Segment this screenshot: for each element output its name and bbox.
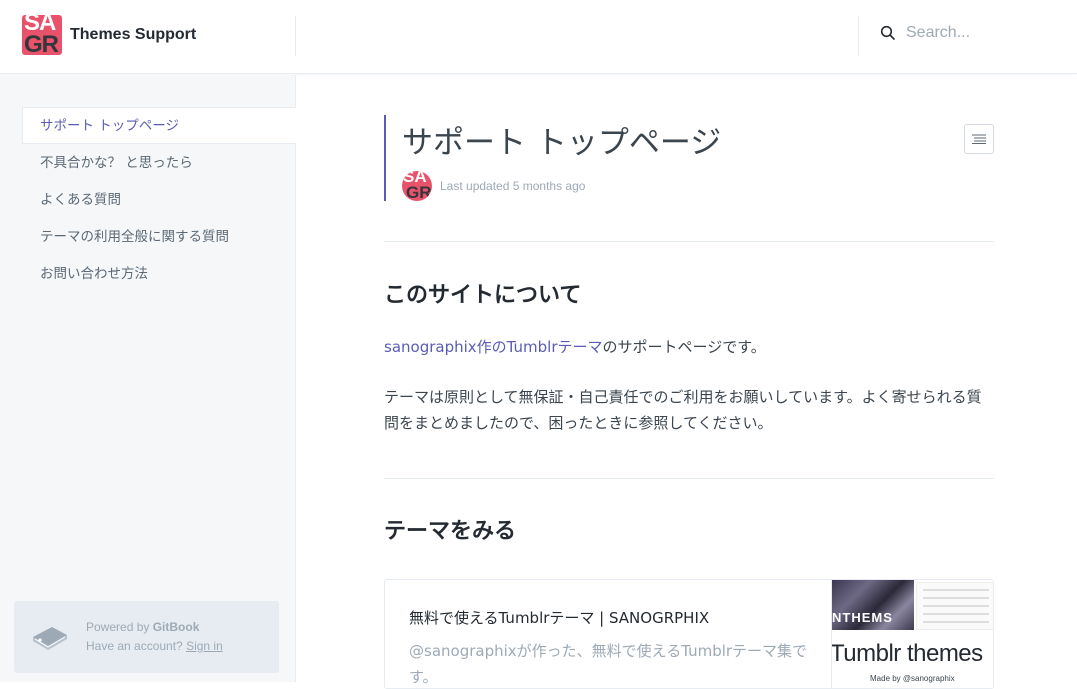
search-input[interactable] <box>906 24 1056 42</box>
thumbnail-title: Tumblr themes <box>831 640 983 667</box>
thumbnail-document <box>916 582 993 630</box>
about-paragraph-1-rest: のサポートページです。 <box>602 338 766 356</box>
divider <box>384 241 994 242</box>
sidebar-item-theme-usage[interactable]: テーマの利用全般に関する質問 <box>22 218 296 255</box>
site-logo-link[interactable]: SA GR Themes Support <box>22 15 196 55</box>
themes-link[interactable]: sanographix作のTumblrテーマ <box>384 338 603 356</box>
card-description: @sanographixが作った、無料で使えるTumblrテーマ集です。 <box>409 642 808 686</box>
book-icon <box>33 627 67 650</box>
divider <box>384 478 994 479</box>
sidebar: サポート トップページ 不具合かな？ と思ったら よくある質問 テーマの利用全般… <box>0 75 296 682</box>
about-paragraph-1: sanographix作のTumblrテーマのサポートページです。 <box>384 334 996 360</box>
list-icon <box>972 134 986 144</box>
thumbnail-photo: NTHEMS <box>832 580 914 630</box>
sign-in-link[interactable]: Sign in <box>186 639 223 653</box>
toc-button[interactable] <box>964 124 994 154</box>
site-title: Themes Support <box>70 26 197 43</box>
header-divider <box>295 16 296 56</box>
powered-by-label: Powered by <box>86 620 153 634</box>
author-avatar: SA GR <box>402 171 432 201</box>
card-title: 無料で使えるTumblrテーマ | SANOGRPHIX <box>409 609 710 627</box>
last-updated: Last updated 5 months ago <box>440 179 586 193</box>
main-content: サポート トップページ SA GR Last updated 5 months … <box>296 75 1077 689</box>
top-header: SA GR Themes Support <box>0 0 1077 74</box>
card-thumbnail: NTHEMS Tumblr themes Made by @sanographi… <box>831 580 993 688</box>
site-logo: SA GR <box>22 15 62 55</box>
sidebar-item-faq[interactable]: よくある質問 <box>22 181 296 218</box>
page-meta: SA GR Last updated 5 months ago <box>402 171 585 201</box>
sidebar-item-troubleshooting[interactable]: 不具合かな？ と思ったら <box>22 144 296 181</box>
search-icon <box>880 25 895 40</box>
thumbnail-photo-text: NTHEMS <box>832 610 893 625</box>
about-paragraph-2: テーマは原則として無保証・自己責任でのご利用をお願いしています。よく寄せられる質… <box>384 388 982 432</box>
link-card-themes[interactable]: 無料で使えるTumblrテーマ | SANOGRPHIX @sanographi… <box>384 579 994 689</box>
sidebar-item-contact[interactable]: お問い合わせ方法 <box>22 255 296 292</box>
page-header: サポート トップページ SA GR Last updated 5 months … <box>384 115 994 201</box>
sidebar-nav: サポート トップページ 不具合かな？ と思ったら よくある質問 テーマの利用全般… <box>22 107 296 292</box>
avatar-text-bottom: GR <box>406 183 432 201</box>
gitbook-footer: Powered by GitBook Have an account? Sign… <box>14 601 279 673</box>
account-prompt: Have an account? <box>86 639 187 653</box>
gitbook-brand[interactable]: GitBook <box>153 620 200 634</box>
sidebar-item-support-top[interactable]: サポート トップページ <box>22 107 296 144</box>
search-box[interactable] <box>880 24 1056 42</box>
section-heading-themes: テーマをみる <box>384 519 517 544</box>
gitbook-text: Powered by GitBook Have an account? Sign… <box>86 618 223 656</box>
page-title: サポート トップページ <box>402 125 722 161</box>
header-divider <box>858 16 859 56</box>
section-heading-about: このサイトについて <box>384 283 582 308</box>
logo-text-bottom: GR <box>24 31 59 55</box>
